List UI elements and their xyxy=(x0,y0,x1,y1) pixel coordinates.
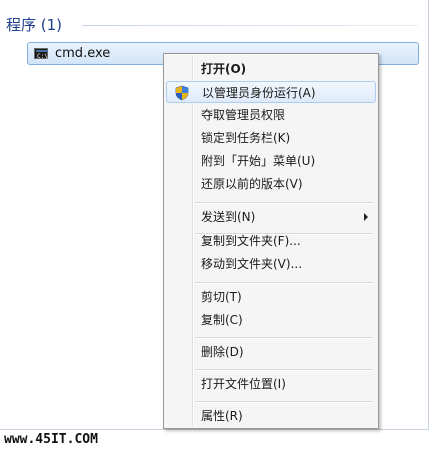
menu-item-label: 打开文件位置(I) xyxy=(201,377,286,391)
menu-item-pin-to-taskbar[interactable]: 锁定到任务栏(K) xyxy=(166,127,376,149)
programs-section-header: 程序 (1) xyxy=(6,16,63,34)
uac-shield-icon xyxy=(174,85,190,101)
menu-separator xyxy=(195,337,373,339)
menu-item-label: 发送到(N) xyxy=(201,210,256,224)
menu-separator xyxy=(195,401,373,403)
menu-item-pin-to-start-menu[interactable]: 附到「开始」菜单(U) xyxy=(166,150,376,172)
menu-item-run-as-administrator[interactable]: 以管理员身份运行(A) xyxy=(166,81,376,103)
menu-item-label: 夺取管理员权限 xyxy=(201,108,286,122)
menu-item-take-ownership[interactable]: 夺取管理员权限 xyxy=(166,104,376,126)
menu-item-label: 复制(C) xyxy=(201,313,243,327)
console-icon: C:\ xyxy=(34,48,48,59)
search-result-label: cmd.exe xyxy=(55,46,111,61)
menu-separator xyxy=(195,369,373,371)
menu-item-properties[interactable]: 属性(R) xyxy=(166,405,376,427)
menu-item-label: 删除(D) xyxy=(201,345,244,359)
menu-item-cut[interactable]: 剪切(T) xyxy=(166,286,376,308)
menu-item-label: 移动到文件夹(V)... xyxy=(201,257,303,271)
menu-item-open-file-location[interactable]: 打开文件位置(I) xyxy=(166,373,376,395)
menu-separator xyxy=(195,282,373,284)
menu-item-label: 以管理员身份运行(A) xyxy=(202,86,316,100)
menu-item-send-to[interactable]: 发送到(N) xyxy=(166,206,376,228)
start-menu-search-results: 程序 (1) C:\ cmd.exe 打开(O) 以管理员身份运行(A) 夺取管… xyxy=(0,0,430,450)
svg-text:C:\: C:\ xyxy=(37,53,48,59)
section-divider xyxy=(82,25,418,26)
menu-item-copy-to-folder[interactable]: 复制到文件夹(F)... xyxy=(166,230,376,252)
menu-item-label: 剪切(T) xyxy=(201,290,242,304)
context-menu: 打开(O) 以管理员身份运行(A) 夺取管理员权限 锁定到任务栏(K) 附到「开… xyxy=(163,53,379,429)
menu-item-label: 还原以前的版本(V) xyxy=(201,177,303,191)
menu-item-label: 打开(O) xyxy=(201,62,247,76)
menu-item-move-to-folder[interactable]: 移动到文件夹(V)... xyxy=(166,253,376,275)
submenu-arrow-icon xyxy=(364,213,368,221)
menu-item-restore-previous-versions[interactable]: 还原以前的版本(V) xyxy=(166,173,376,195)
menu-item-label: 锁定到任务栏(K) xyxy=(201,131,291,145)
menu-item-open[interactable]: 打开(O) xyxy=(166,58,376,80)
site-watermark: www.45IT.COM xyxy=(4,432,98,447)
menu-item-delete[interactable]: 删除(D) xyxy=(166,341,376,363)
menu-item-label: 属性(R) xyxy=(201,409,243,423)
menu-item-copy[interactable]: 复制(C) xyxy=(166,309,376,331)
menu-separator xyxy=(195,202,373,204)
menu-item-label: 附到「开始」菜单(U) xyxy=(201,154,316,168)
menu-item-label: 复制到文件夹(F)... xyxy=(201,234,301,248)
